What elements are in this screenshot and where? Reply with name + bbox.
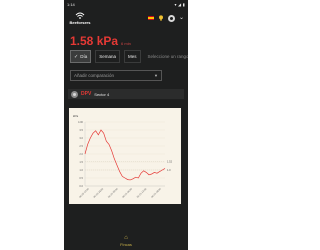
tab-day-label: Día [80, 54, 88, 59]
sensor-icon [71, 90, 78, 98]
language-flag-icon[interactable] [147, 16, 154, 20]
y-unit-label: kPa [73, 114, 79, 118]
caret-down-icon: ▼ [154, 73, 158, 78]
y-tick-label: 3.5 [79, 128, 83, 132]
reference-label: 1.0 [167, 168, 171, 172]
user-avatar-icon[interactable] [167, 14, 175, 22]
chart: kPa 4.00 3.5 3.0 2.5 2.0 1.5 1.0 0.5 0.0 06-20 12:… [69, 108, 181, 204]
sector-name: Sector 4 [94, 91, 110, 97]
y-tick-label: 2.5 [79, 144, 83, 148]
current-reading: 1.58 kPa 6 min [64, 28, 188, 48]
date-range-input[interactable]: Seleccione un rango [145, 54, 189, 59]
reference-label: 1.52 [167, 160, 173, 164]
status-time: 1:14 [67, 1, 75, 7]
y-tick-label: 3.0 [79, 136, 83, 140]
x-tick-label: 06-20 18:00 [93, 187, 105, 199]
chart-svg: kPa 4.00 3.5 3.0 2.5 2.0 1.5 1.0 0.5 0.006-20 12:… [73, 114, 173, 199]
series-line [84, 129, 166, 181]
tab-month-label: Mes [127, 54, 137, 59]
period-tabs: ✓ Día Semana Mes Seleccione un rango [64, 50, 188, 63]
tab-day[interactable]: ✓ Día [70, 50, 92, 63]
tab-month[interactable]: Mes [123, 50, 141, 63]
brand-name: Beeforsers [69, 20, 91, 25]
metric-name: DPV [81, 91, 92, 97]
compare-placeholder: Añadir comparación [74, 73, 115, 78]
top-bar: Beeforsers ⌄ [64, 8, 188, 28]
x-tick-label: 06-21 12:00 [136, 187, 148, 199]
y-tick-label: 2.0 [79, 152, 83, 156]
y-tick-label: 1.5 [79, 160, 83, 164]
add-comparison-select[interactable]: Añadir comparación ▼ [70, 70, 162, 81]
chevron-down-icon[interactable]: ⌄ [179, 15, 184, 21]
y-tick-label: 0.5 [79, 176, 83, 180]
y-tick-label: 4.00 [78, 120, 84, 124]
brand-logo[interactable]: Beeforsers [68, 11, 92, 25]
chart-card-header: DPV Sector 4 [68, 89, 184, 99]
reading-time-ago: 6 min [121, 41, 131, 46]
x-tick-label: 06-21 06:00 [122, 187, 134, 199]
farm-icon[interactable]: ⌂ [124, 235, 128, 241]
lightbulb-icon[interactable] [158, 15, 164, 21]
bottom-nav: ⌂ Fincas [64, 232, 188, 250]
tab-week-label: Semana [99, 54, 116, 59]
footer-label[interactable]: Fincas [120, 242, 132, 247]
check-icon: ✓ [74, 53, 79, 60]
x-tick-label: 06-21 18:00 [151, 187, 163, 199]
x-tick-label: 06-20 12:00 [79, 187, 91, 199]
x-tick-label: 06-21 00:00 [107, 187, 119, 199]
reading-value: 1.58 kPa [70, 34, 119, 48]
brand-wifi-icon [75, 12, 85, 19]
y-tick-label: 1.0 [79, 168, 83, 172]
status-icons: ▾ ◢ ▮ [174, 1, 185, 7]
status-bar: 1:14 ▾ ◢ ▮ [64, 0, 188, 8]
tab-week[interactable]: Semana [95, 50, 120, 63]
y-tick-label: 0.0 [79, 184, 83, 188]
